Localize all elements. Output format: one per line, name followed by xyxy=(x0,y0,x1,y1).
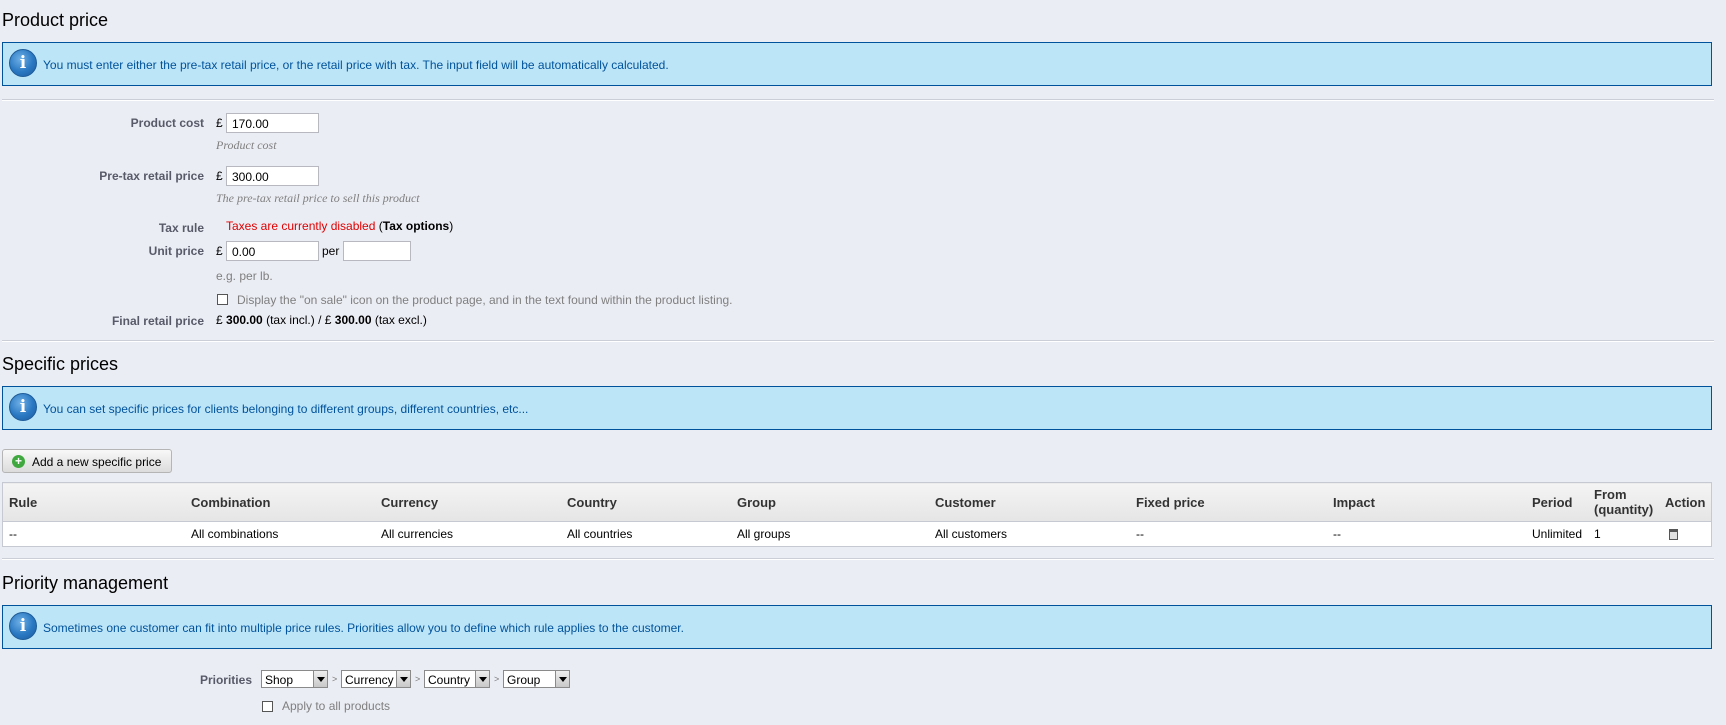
pretax-price-hint: The pre-tax retail price to sell this pr… xyxy=(216,191,420,205)
unit-per-input[interactable] xyxy=(343,241,411,261)
add-specific-price-label: Add a new specific price xyxy=(32,455,162,469)
taxes-disabled-text: Taxes are currently disabled xyxy=(226,219,376,233)
info-text: Sometimes one customer can fit into mult… xyxy=(43,621,684,635)
priority-select-1[interactable]: Shop xyxy=(261,670,328,688)
table-cell: -- xyxy=(9,527,17,541)
column-header: Combination xyxy=(185,482,375,522)
info-icon: i xyxy=(9,49,37,77)
chevron-down-icon xyxy=(555,671,569,687)
table-row: -- All combinations All currencies All c… xyxy=(3,522,1712,547)
divider xyxy=(2,340,1714,342)
info-text: You must enter either the pre-tax retail… xyxy=(43,58,669,72)
table-cell: All combinations xyxy=(191,527,279,541)
currency-symbol: £ xyxy=(216,313,223,327)
currency-symbol: £ xyxy=(216,169,223,183)
section-title-specific-prices: Specific prices xyxy=(2,354,119,374)
table-cell: 1 xyxy=(1594,527,1601,541)
add-specific-price-button[interactable]: + Add a new specific price xyxy=(2,449,172,473)
on-sale-checkbox[interactable] xyxy=(217,294,228,305)
column-header: Fixed price xyxy=(1130,482,1327,522)
chevron-down-icon xyxy=(396,671,410,687)
apply-all-label: Apply to all products xyxy=(282,699,391,713)
column-header: Period xyxy=(1526,482,1588,522)
section-title-product-price: Product price xyxy=(2,10,109,30)
table-cell: -- xyxy=(1136,527,1144,541)
table-cell: All customers xyxy=(935,527,1008,541)
priorities-label: Priorities xyxy=(199,673,252,687)
chevron-down-icon xyxy=(313,671,327,687)
column-header: Action xyxy=(1659,482,1712,522)
info-icon: i xyxy=(9,393,37,421)
tax-excl-label: (tax excl.) xyxy=(374,313,427,327)
currency-symbol: £ xyxy=(324,313,332,327)
info-box-specific-prices: i You can set specific prices for client… xyxy=(2,386,1712,430)
column-header: Impact xyxy=(1327,482,1526,522)
info-box-product-price: i You must enter either the pre-tax reta… xyxy=(2,42,1712,86)
currency-symbol: £ xyxy=(216,244,223,258)
table-header-row: Rule Combination Currency Country Group … xyxy=(2,482,1712,522)
final-price-value: £ 300.00 (tax incl.) / £ 300.00 (tax exc… xyxy=(216,313,427,327)
separator: > xyxy=(494,674,500,684)
product-cost-hint: Product cost xyxy=(216,138,277,152)
separator: > xyxy=(332,674,338,684)
chevron-down-icon xyxy=(475,671,489,687)
table-cell: Unlimited xyxy=(1532,527,1583,541)
product-cost-input[interactable]: 170.00 xyxy=(226,113,319,133)
priority-select-3[interactable]: Country xyxy=(424,670,490,688)
divider xyxy=(2,99,1714,101)
paren-close: ) xyxy=(449,219,454,233)
currency-symbol: £ xyxy=(216,116,223,130)
tax-rule-label: Tax rule xyxy=(158,221,204,235)
apply-all-checkbox[interactable] xyxy=(262,701,273,712)
priority-select-4[interactable]: Group xyxy=(503,670,570,688)
price-excl-value: 300.00 xyxy=(334,313,372,327)
tax-rule-status: Taxes are currently disabled (Tax option… xyxy=(226,219,453,233)
priority-select-2[interactable]: Currency xyxy=(341,670,411,688)
separator: > xyxy=(415,674,421,684)
column-header: Country xyxy=(561,482,731,522)
select-value: Group xyxy=(507,673,541,687)
tax-options-link[interactable]: Tax options xyxy=(383,219,449,233)
plus-circle-icon: + xyxy=(12,455,25,468)
select-value: Shop xyxy=(265,673,294,687)
table-cell: All groups xyxy=(737,527,791,541)
table-cell: All countries xyxy=(567,527,633,541)
info-box-priority: i Sometimes one customer can fit into mu… xyxy=(2,605,1712,649)
on-sale-label: Display the "on sale" icon on the produc… xyxy=(237,293,733,307)
specific-prices-table: Rule Combination Currency Country Group … xyxy=(2,482,1712,547)
action-cell xyxy=(1659,522,1712,547)
column-header: Rule xyxy=(2,482,185,522)
tax-incl-label: (tax incl.) / xyxy=(266,313,322,327)
product-cost-label: Product cost xyxy=(130,116,204,130)
table-cell: -- xyxy=(1333,527,1341,541)
select-value: Country xyxy=(428,673,471,687)
column-header: Customer xyxy=(929,482,1130,522)
table-cell: All currencies xyxy=(381,527,454,541)
column-header: Group xyxy=(731,482,929,522)
pretax-price-input[interactable]: 300.00 xyxy=(226,166,319,186)
pretax-price-label: Pre-tax retail price xyxy=(99,169,204,183)
section-title-priority-management: Priority management xyxy=(2,573,169,593)
unit-price-label: Unit price xyxy=(148,244,204,258)
divider xyxy=(2,558,1714,560)
per-label: per xyxy=(322,244,340,258)
trash-icon[interactable] xyxy=(1669,529,1678,540)
price-incl-value: 300.00 xyxy=(226,313,263,327)
info-text: You can set specific prices for clients … xyxy=(43,402,529,416)
column-header: Currency xyxy=(375,482,561,522)
column-header: From (quantity) xyxy=(1588,482,1659,522)
unit-price-hint: e.g. per lb. xyxy=(216,269,273,283)
unit-price-input[interactable]: 0.00 xyxy=(226,241,319,261)
info-icon: i xyxy=(9,612,37,640)
final-price-label: Final retail price xyxy=(111,314,204,328)
select-value: Currency xyxy=(345,673,394,687)
